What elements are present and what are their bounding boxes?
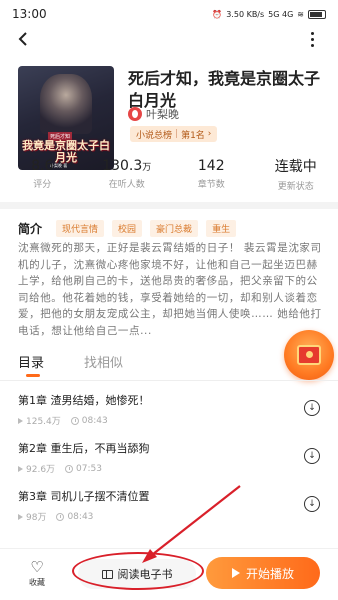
intro-title: 简介 xyxy=(18,222,43,236)
red-envelope-icon xyxy=(297,345,321,365)
play-count-icon xyxy=(18,465,23,472)
tab-catalog[interactable]: 目录 xyxy=(18,352,44,377)
stat-rating: 8.6 评分 xyxy=(0,156,85,192)
stats-row: 8.6 评分 130.3万 在听人数 142 章节数 连载中 更新状态 xyxy=(0,156,338,192)
play-count: 92.6万 xyxy=(26,465,56,475)
rank-badge[interactable]: 小说总榜 | 第1名 › xyxy=(130,126,218,142)
stat-value: 130.3 xyxy=(102,158,143,174)
clock-icon xyxy=(70,416,79,425)
chapter-item[interactable]: 第3章 司机儿子摆不清位置 98万 08:43 ↓ xyxy=(18,488,322,534)
favorite-button[interactable]: ♡ 收藏 xyxy=(24,559,50,588)
author-row[interactable]: 叶梨晚 xyxy=(128,106,179,122)
stat-label: 在听人数 xyxy=(108,180,145,190)
status-bar: 13:00 ⏰ 3.50 KB/s 5G 4G ≋ xyxy=(0,0,338,28)
chapter-item[interactable]: 第2章 重生后，不再当舔狗 92.6万 07:53 ↓ xyxy=(18,440,322,486)
stat-unit: 万 xyxy=(142,163,152,173)
duration: 08:43 xyxy=(81,415,108,426)
rank-position: 第1名 xyxy=(181,130,205,141)
download-icon[interactable]: ↓ xyxy=(304,448,320,464)
red-envelope-float-button[interactable] xyxy=(284,330,334,380)
intro-text[interactable]: 沈熹微死的那天，正好是裴云霄结婚的日子！ 裴云霄是沈家司机的儿子，沈熹微心疼他家… xyxy=(18,240,322,339)
play-count-icon xyxy=(18,513,23,520)
download-icon[interactable]: ↓ xyxy=(304,400,320,416)
status-indicators: ⏰ 3.50 KB/s 5G 4G ≋ xyxy=(212,9,326,19)
chapter-title: 第2章 重生后，不再当舔狗 xyxy=(18,442,150,455)
rank-separator: | xyxy=(175,129,179,139)
net-speed: 3.50 KB/s xyxy=(226,9,265,19)
book-cover[interactable]: 死后才知 我竟是京圈太子白月光 叶梨晚 著 xyxy=(18,66,114,170)
content-tabs: 目录 找相似 xyxy=(18,352,123,377)
chapter-title: 第3章 司机儿子摆不清位置 xyxy=(18,490,150,503)
chapter-item[interactable]: 第1章 渣男结婚，她惨死！ 125.4万 08:43 ↓ xyxy=(18,392,322,438)
genre-tag[interactable]: 校园 xyxy=(112,220,143,237)
more-options-icon[interactable] xyxy=(308,30,316,48)
section-divider xyxy=(0,202,338,209)
stat-value: 8.6 xyxy=(31,158,54,174)
status-time: 13:00 xyxy=(12,7,47,21)
genre-tag[interactable]: 豪门总裁 xyxy=(150,220,199,237)
signal-icon: 5G 4G xyxy=(268,9,294,19)
tab-similar[interactable]: 找相似 xyxy=(84,352,123,371)
duration: 07:53 xyxy=(76,463,102,474)
wifi-icon: ≋ xyxy=(297,9,304,19)
stat-label: 章节数 xyxy=(197,180,225,190)
tab-divider xyxy=(0,380,338,381)
chevron-right-icon: › xyxy=(207,129,212,139)
play-count-icon xyxy=(18,417,23,424)
cover-art xyxy=(40,74,92,134)
clock-icon xyxy=(65,464,74,473)
author-name: 叶梨晚 xyxy=(146,108,179,121)
genre-tag[interactable]: 现代言情 xyxy=(56,220,105,237)
favorite-label: 收藏 xyxy=(29,578,45,587)
stat-label: 评分 xyxy=(33,180,52,190)
chapter-meta: 125.4万 08:43 xyxy=(18,414,322,427)
chapter-title: 第1章 渣男结婚，她惨死！ xyxy=(18,394,150,407)
stat-listeners: 130.3万 在听人数 xyxy=(85,156,170,192)
chapter-meta: 92.6万 07:53 xyxy=(18,462,322,475)
intro-header: 简介 现代言情 校园 豪门总裁 重生 xyxy=(18,220,237,237)
annotation-ellipse xyxy=(72,552,204,590)
play-count: 98万 xyxy=(26,513,47,523)
chapter-meta: 98万 08:43 xyxy=(18,510,322,523)
stat-value: 连载中 xyxy=(274,159,317,175)
duration: 08:43 xyxy=(67,511,94,522)
download-icon[interactable]: ↓ xyxy=(304,496,320,512)
nav-bar xyxy=(0,28,338,50)
genre-tag[interactable]: 重生 xyxy=(206,220,237,237)
stat-label: 更新状态 xyxy=(277,182,314,192)
play-icon xyxy=(231,568,240,578)
start-play-label: 开始播放 xyxy=(245,566,294,581)
heart-icon: ♡ xyxy=(30,558,44,576)
author-avatar xyxy=(128,107,142,121)
audiobook-detail-page: 13:00 ⏰ 3.50 KB/s 5G 4G ≋ 死后才知 我竟是京圈太子白月… xyxy=(0,0,338,600)
start-play-button[interactable]: 开始播放 xyxy=(206,557,320,589)
battery-icon xyxy=(308,9,326,19)
back-icon[interactable] xyxy=(16,31,32,47)
stat-value: 142 xyxy=(197,158,225,174)
alarm-icon: ⏰ xyxy=(212,9,223,19)
stat-chapters: 142 章节数 xyxy=(169,156,254,192)
clock-icon xyxy=(56,512,65,521)
play-count: 125.4万 xyxy=(26,417,61,427)
rank-list: 小说总榜 xyxy=(136,130,173,141)
stat-status: 连载中 更新状态 xyxy=(254,156,338,192)
